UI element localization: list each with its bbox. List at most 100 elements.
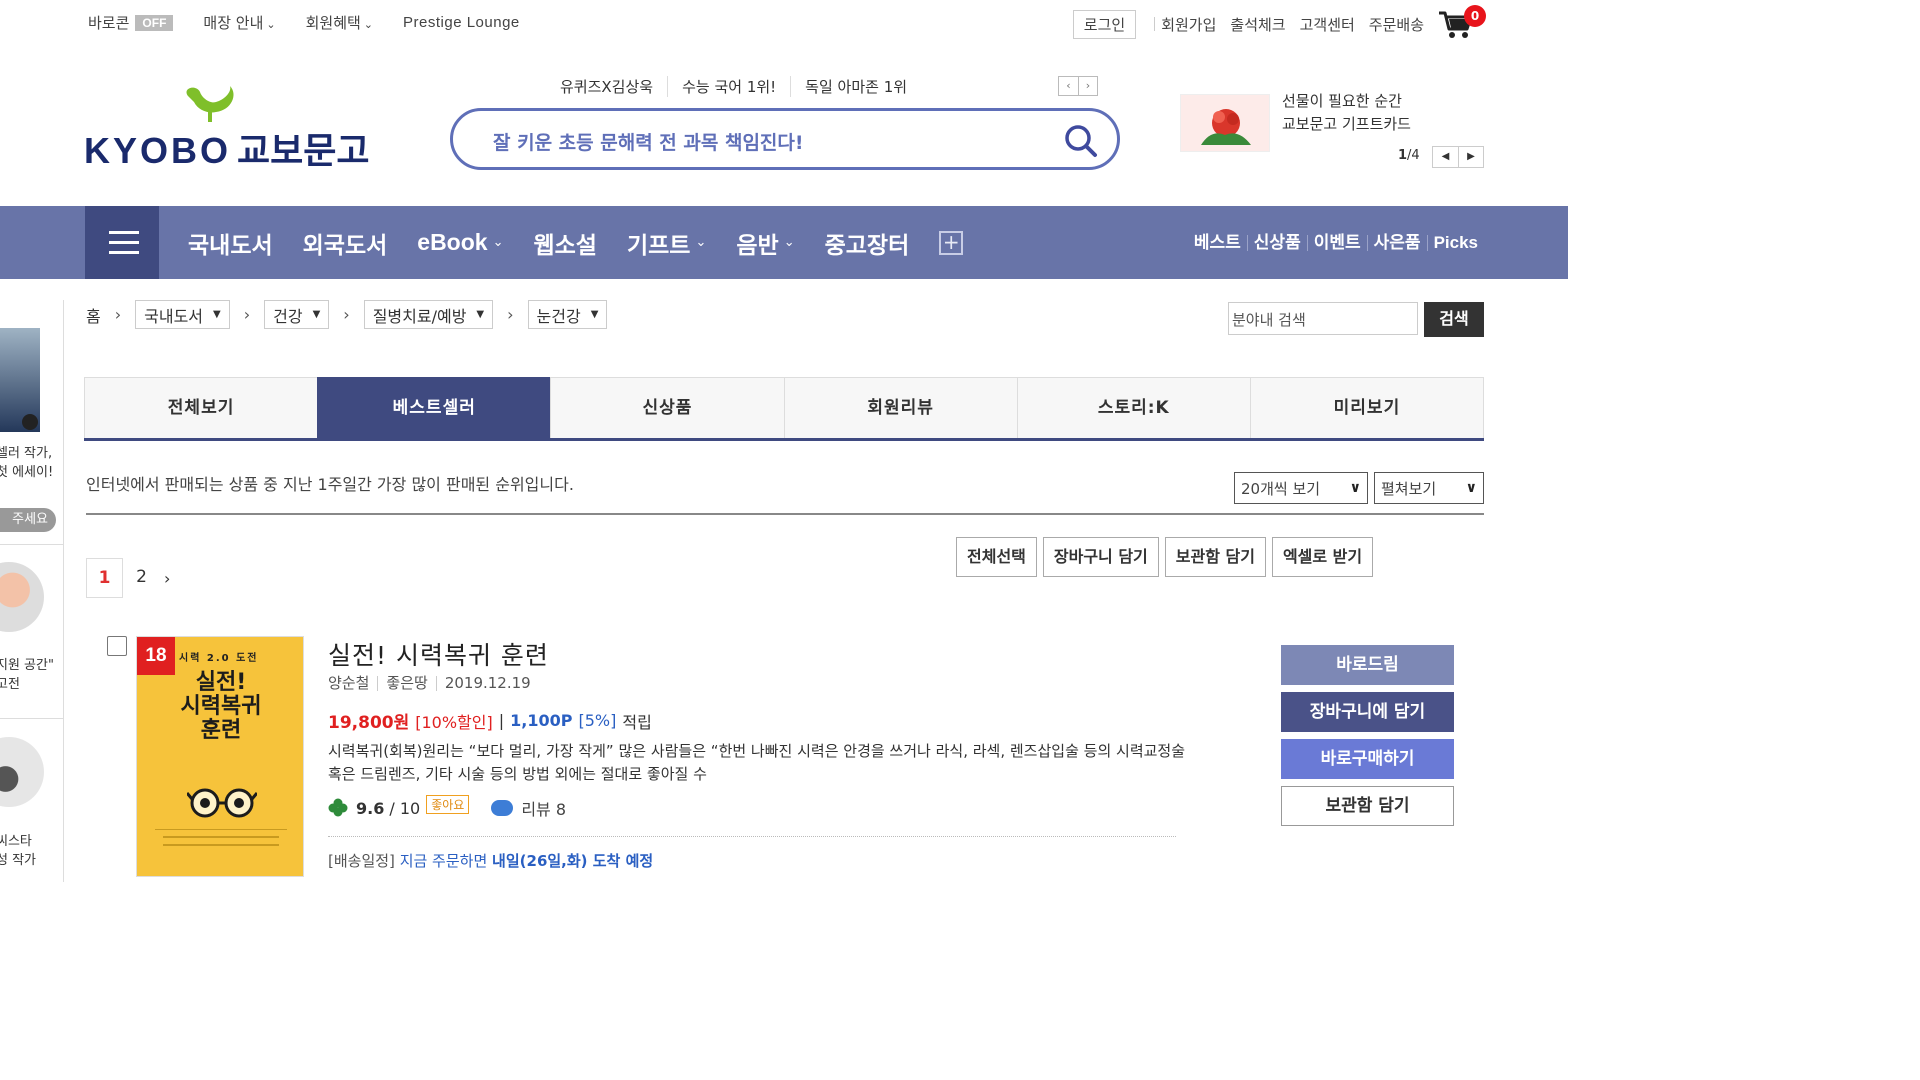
main-search-box[interactable]: 잘 키운 초등 문해력 전 과목 책임진다! [450,108,1120,170]
delivery-info: [배송일정] 지금 주문하면 내일(26일,화) 도착 예정 [328,850,653,871]
picks-link[interactable]: Picks [1428,234,1478,251]
gift-card-promo[interactable]: 선물이 필요한 순간 교보문고 기프트카드 1/4 ◀ ▶ [1180,90,1485,170]
breadcrumb-select[interactable]: 질병치료/예방 ▼ [363,300,494,329]
chevron-left-icon[interactable]: ‹ [1059,77,1078,95]
gnb-domestic-books[interactable]: 국내도서 [188,226,273,260]
add-to-cart-button[interactable]: 장바구니에 담기 [1281,692,1454,732]
gnb-foreign-books[interactable]: 외국도서 [303,226,388,260]
breadcrumb-select[interactable]: 눈건강 ▼ [527,300,608,329]
book-thumbnail[interactable] [0,328,40,432]
cover-footer [155,829,287,853]
tab-preview[interactable]: 미리보기 [1249,377,1485,438]
member-benefit-menu[interactable]: 회원혜택 ⌄ [306,12,373,33]
tab-bestseller[interactable]: 베스트셀러 [317,377,551,438]
page-1[interactable]: 1 [86,558,123,598]
product-title[interactable]: 실전! 시력복귀 훈련 [328,636,549,672]
view-mode-select[interactable]: 펼쳐보기 ∨ [1374,472,1484,504]
store-info-label: 매장 안내 [203,14,264,32]
section-search-input[interactable]: 분야내 검색 [1228,302,1418,335]
freebie-link[interactable]: 사은품 [1368,234,1428,251]
global-nav: 국내도서 외국도서 eBook ⌄ 웹소설 기프트 ⌄ 음반 ⌄ 중고장터 + 베스트… [0,206,1568,279]
tab-all[interactable]: 전체보기 [84,377,318,438]
tab-story-k[interactable]: 스토리:K [1016,377,1250,438]
banner-line: 고전 [0,677,20,692]
cart-button[interactable]: 0 [1438,5,1486,39]
chevron-right-icon[interactable]: › [164,569,170,588]
publisher[interactable]: 좋은땅 [378,676,437,691]
new-link[interactable]: 신상품 [1248,234,1308,251]
plus-icon[interactable]: + [939,230,964,255]
divider [0,544,63,545]
caret-right-icon[interactable]: ▶ [1458,147,1483,167]
attendance-link[interactable]: 출석체크 [1230,14,1285,35]
caret-left-icon[interactable]: ◀ [1433,147,1458,167]
chevron-right-icon[interactable]: › [1078,77,1097,95]
barocon-off-badge[interactable]: OFF [135,14,174,31]
product-rating: 9.6 / 10 좋아요 리뷰 8 [328,794,566,820]
best-link[interactable]: 베스트 [1194,234,1248,251]
banner-button[interactable]: 주세요 [0,508,56,532]
gnb-label: 기프트 [626,232,691,259]
hamburger-icon [109,251,139,254]
gnb-ebook[interactable]: eBook ⌄ [417,229,503,256]
barocon-toggle[interactable]: 바로콘 OFF [88,12,174,33]
logo-ko: 교보문고 [237,130,370,171]
page-2[interactable]: 2 [123,558,160,598]
gnb-music[interactable]: 음반 ⌄ [736,226,794,260]
breadcrumb-label: 국내도서 [144,306,204,326]
breadcrumb-home[interactable]: 홈 [86,303,101,327]
signup-link[interactable]: 회원가입 [1161,14,1216,35]
product-actions: 바로드림 장바구니에 담기 바로구매하기 보관함 담기 [1281,645,1454,826]
promo-nav: ◀ ▶ [1432,146,1484,168]
leaf-logo-icon [186,86,234,122]
author-photo[interactable] [0,562,44,632]
keyword-link[interactable]: 유퀴즈X김상욱 [560,76,669,97]
chevron-right-icon: › [507,305,514,324]
review-count-link[interactable]: 리뷰 8 [521,796,566,820]
gnb-used-market[interactable]: 중고장터 [825,226,910,260]
breadcrumb-select[interactable]: 건강 ▼ [264,300,330,329]
per-page-select[interactable]: 20개씩 보기 ∨ [1234,472,1368,504]
cover-title-line: 실전! [195,670,247,695]
product-checkbox[interactable] [107,636,127,656]
product-summary: 시력복귀(회복)원리는 “보다 멀리, 가장 작게” 많은 사람들은 “한번 나… [328,742,1186,783]
breadcrumb-select[interactable]: 국내도서 ▼ [135,300,230,329]
chevron-down-icon: ∨ [1349,480,1361,496]
add-to-cart-button[interactable]: 장바구니 담기 [1042,537,1159,577]
banner-text: 지원 공간" 고전 [0,656,54,694]
customer-center-link[interactable]: 고객센터 [1300,14,1355,35]
tab-reviews[interactable]: 회원리뷰 [783,377,1017,438]
keyword-link[interactable]: 독일 아마존 1위 [791,76,921,97]
order-delivery-link[interactable]: 주문배송 [1369,14,1424,35]
author-photo[interactable] [0,737,44,807]
divider [0,718,63,719]
login-button[interactable]: 로그인 [1072,9,1137,39]
book-cover[interactable]: 18 시력 2.0 도전 실전! 시력복귀 훈련 [136,636,304,877]
breadcrumb-label: 질병치료/예방 [372,306,467,326]
prestige-lounge-link[interactable]: Prestige Lounge [403,14,520,31]
caret-down-icon: ▼ [476,309,485,320]
chevron-down-icon: ⌄ [492,235,504,250]
search-input[interactable]: 잘 키운 초등 문해력 전 과목 책임진다! [493,128,804,155]
chevron-down-icon: ⌄ [266,18,276,31]
author[interactable]: 양순철 [328,676,379,691]
tab-new[interactable]: 신상품 [550,377,784,438]
hamburger-menu-button[interactable] [85,206,159,279]
excel-download-button[interactable]: 엑셀로 받기 [1271,537,1374,577]
store-info-menu[interactable]: 매장 안내 ⌄ [203,12,275,33]
event-link[interactable]: 이벤트 [1308,234,1368,251]
buy-now-button[interactable]: 바로구매하기 [1281,739,1454,779]
kyobo-logo[interactable]: KYOBO 교보문고 [84,84,370,171]
section-search-button[interactable]: 검색 [1424,302,1484,337]
baro-dream-button[interactable]: 바로드림 [1281,645,1454,685]
add-to-wishlist-button[interactable]: 보관함 담기 [1164,537,1266,577]
keyword-link[interactable]: 수능 국어 1위! [668,76,792,97]
gnb-web-novel[interactable]: 웹소설 [533,226,596,260]
search-icon[interactable] [1063,123,1099,159]
rating-score: 9.6 [356,798,385,818]
add-to-wishlist-button[interactable]: 보관함 담기 [1281,786,1454,826]
divider: | [498,711,505,730]
chevron-right-icon: › [114,305,122,324]
select-all-button[interactable]: 전체선택 [956,537,1037,577]
gnb-gift[interactable]: 기프트 ⌄ [627,226,706,260]
